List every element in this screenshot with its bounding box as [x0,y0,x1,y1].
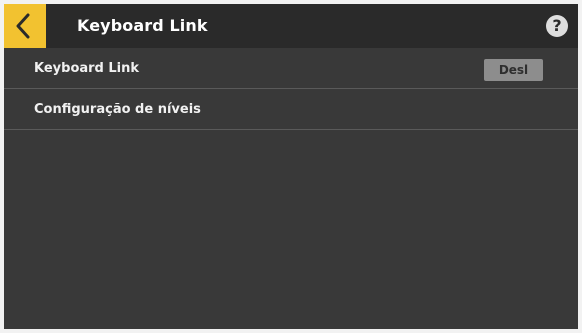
chevron-left-icon [16,13,30,39]
setting-label: Configuração de níveis [34,102,201,117]
back-button[interactable] [4,4,46,48]
help-button[interactable]: ? [546,15,568,37]
setting-row-level-configuration[interactable]: Configuração de níveis [4,89,578,130]
setting-label: Keyboard Link [34,61,140,76]
header-bar: Keyboard Link ? [4,4,578,48]
setting-row-keyboard-link[interactable]: Keyboard Link Desl [4,48,578,89]
question-circle-icon: ? [552,16,562,35]
screen: Keyboard Link ? Keyboard Link Desl Confi… [4,4,578,329]
keyboard-link-toggle[interactable]: Desl [484,59,543,81]
page-title: Keyboard Link [77,16,208,35]
